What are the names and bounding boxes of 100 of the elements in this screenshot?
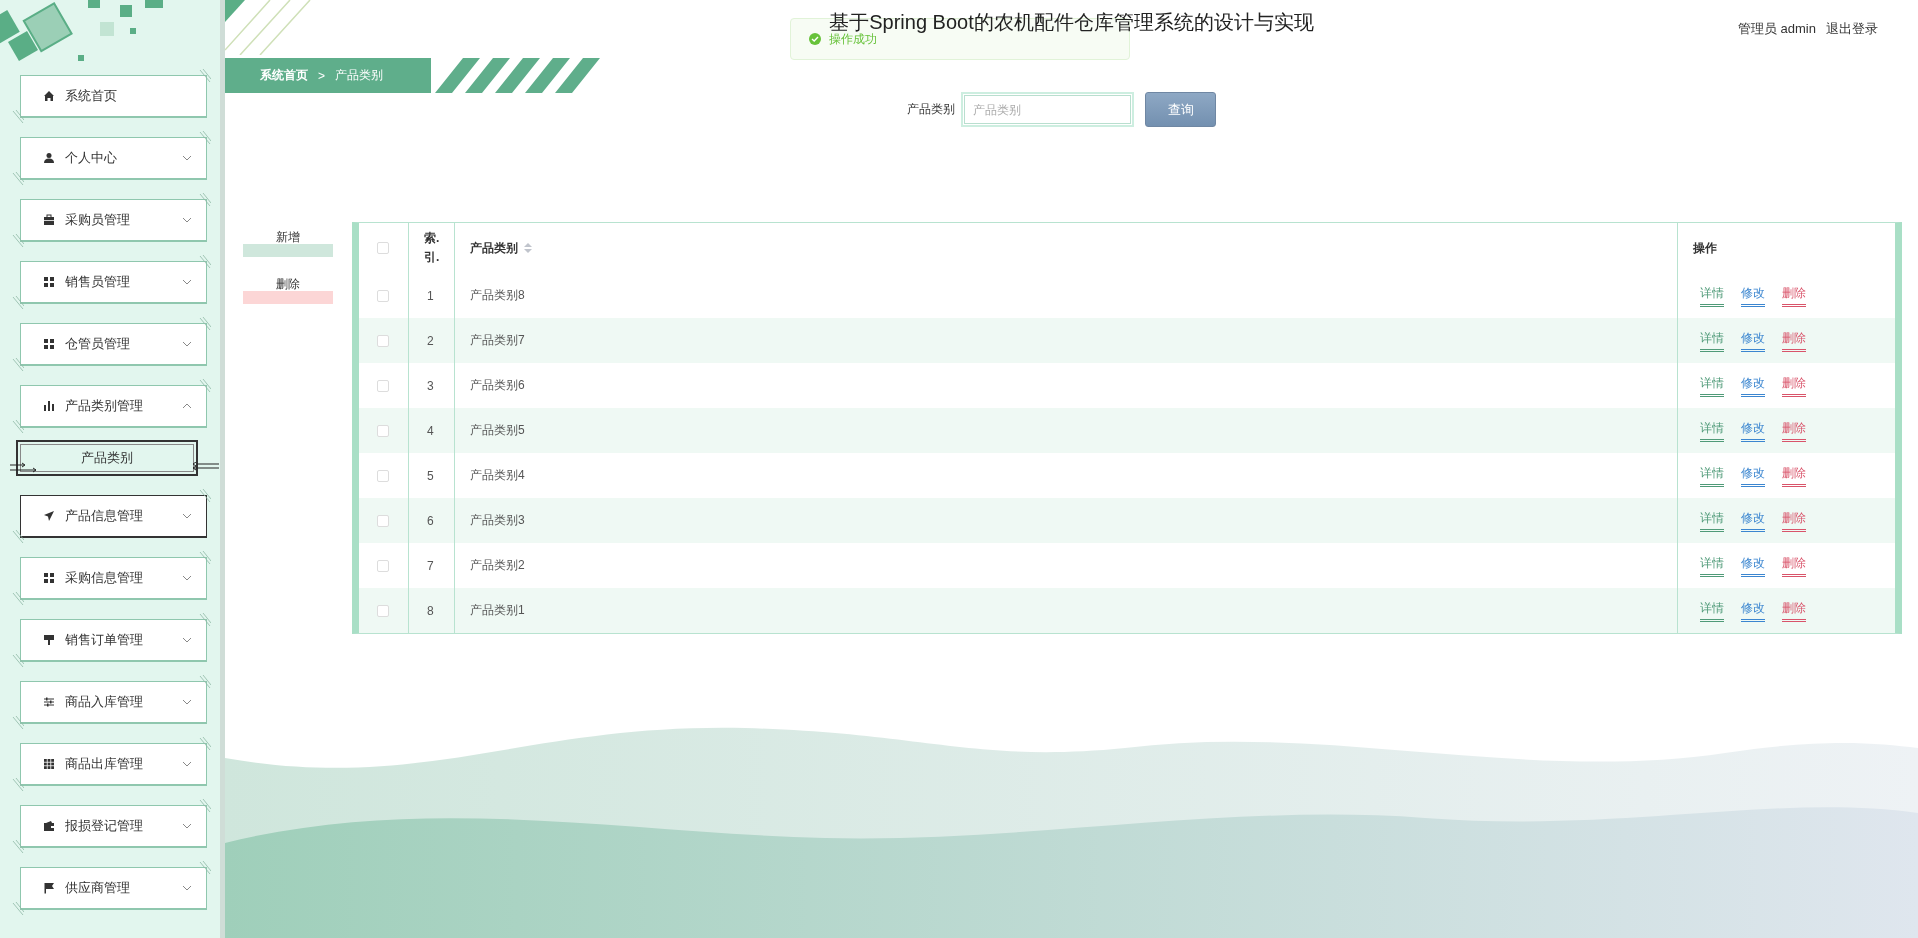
hatch-icon: [199, 799, 211, 813]
detail-link[interactable]: 详情: [1700, 329, 1724, 352]
table-cell: 8: [409, 588, 455, 633]
table-cell-text: 产品类别3: [469, 512, 526, 529]
chevron-down-icon: [182, 279, 192, 285]
chevron-down-icon: [182, 341, 192, 347]
chevron-down-icon: [182, 823, 192, 829]
detail-link[interactable]: 详情: [1700, 419, 1724, 442]
hatch-icon: [12, 110, 24, 124]
grid-icon: [43, 338, 55, 350]
grid-icon: [43, 572, 55, 584]
menu-item[interactable]: 商品入库管理: [20, 681, 207, 724]
row-checkbox[interactable]: [377, 514, 389, 527]
add-button[interactable]: 新增: [243, 228, 333, 257]
edit-link[interactable]: 修改: [1741, 419, 1765, 442]
menu-item[interactable]: 供应商管理: [20, 867, 207, 910]
row-checkbox[interactable]: [377, 424, 389, 437]
delete-link[interactable]: 删除: [1782, 329, 1806, 352]
hatch-icon: [199, 69, 211, 83]
row-checkbox[interactable]: [377, 604, 389, 617]
detail-link[interactable]: 详情: [1700, 374, 1724, 397]
table-cell-text: 产品类别4: [469, 467, 526, 484]
breadcrumb-item: 产品类别: [335, 67, 383, 84]
breadcrumb-item[interactable]: 系统首页: [260, 67, 308, 84]
edit-link[interactable]: 修改: [1741, 599, 1765, 622]
table-cell-text: 产品类别6: [469, 377, 526, 394]
menu-item[interactable]: 销售订单管理: [20, 619, 207, 662]
hatch-icon: [199, 675, 211, 689]
hatch-icon: [199, 317, 211, 331]
paint-roller-icon: [43, 634, 55, 646]
row-checkbox[interactable]: [377, 379, 389, 392]
detail-link[interactable]: 详情: [1700, 554, 1724, 577]
edit-link[interactable]: 修改: [1741, 554, 1765, 577]
hatch-icon: [12, 840, 24, 854]
chevron-down-icon: [182, 155, 192, 161]
grid-icon: [43, 758, 55, 770]
home-icon: [43, 90, 55, 102]
delete-link[interactable]: 删除: [1782, 464, 1806, 487]
hatch-icon: [12, 902, 24, 916]
menu-item[interactable]: 销售员管理: [20, 261, 207, 304]
menu-item[interactable]: 报损登记管理: [20, 805, 207, 848]
hatch-icon: [199, 551, 211, 565]
select-all-checkbox[interactable]: [377, 242, 389, 254]
menu-item[interactable]: 商品出库管理: [20, 743, 207, 786]
delete-button[interactable]: 删除: [243, 275, 333, 304]
delete-link[interactable]: 删除: [1782, 419, 1806, 442]
hatch-icon: [199, 489, 211, 503]
chevron-up-icon: [182, 403, 192, 409]
search-label: 产品类别: [907, 101, 955, 118]
search-field[interactable]: 产品类别: [961, 92, 1134, 127]
chevron-down-icon: [182, 699, 192, 705]
toast-message: 操作成功: [829, 31, 877, 48]
hatch-icon: [199, 255, 211, 269]
column-header: 产品类别: [470, 239, 518, 257]
flag-icon: [43, 882, 55, 894]
row-checkbox[interactable]: [377, 559, 389, 572]
submenu-item[interactable]: 产品类别: [16, 440, 198, 476]
hatch-icon: [199, 737, 211, 751]
edit-link[interactable]: 修改: [1741, 329, 1765, 352]
edit-link[interactable]: 修改: [1741, 284, 1765, 307]
sort-icon[interactable]: [524, 243, 532, 253]
edit-link[interactable]: 修改: [1741, 374, 1765, 397]
table-cell-text: 产品类别2: [469, 557, 526, 574]
menu-item[interactable]: 仓管员管理: [20, 323, 207, 366]
hatch-icon: [199, 131, 211, 145]
hatch-icon: [199, 613, 211, 627]
delete-link[interactable]: 删除: [1782, 554, 1806, 577]
menu-item[interactable]: 产品类别管理: [20, 385, 207, 428]
user-icon: [43, 152, 55, 164]
chevron-down-icon: [182, 575, 192, 581]
hatch-icon: [199, 193, 211, 207]
row-checkbox[interactable]: [377, 334, 389, 347]
hatch-icon: [12, 716, 24, 730]
briefcase-icon: [43, 214, 55, 226]
edit-link[interactable]: 修改: [1741, 464, 1765, 487]
menu-item[interactable]: 产品信息管理: [20, 495, 207, 538]
menu-item[interactable]: 个人中心: [20, 137, 207, 180]
row-checkbox[interactable]: [377, 469, 389, 482]
hatch-icon: [12, 420, 24, 434]
chevron-down-icon: [182, 885, 192, 891]
edit-link[interactable]: 修改: [1741, 509, 1765, 532]
logout-link[interactable]: 退出登录: [1826, 20, 1878, 38]
delete-link[interactable]: 删除: [1782, 284, 1806, 307]
menu-item[interactable]: 采购信息管理: [20, 557, 207, 600]
row-checkbox[interactable]: [377, 289, 389, 302]
search-button[interactable]: 查询: [1145, 92, 1216, 127]
arrow-icon: [10, 462, 36, 474]
delete-link[interactable]: 删除: [1782, 374, 1806, 397]
bar-chart-icon: [43, 400, 55, 412]
detail-link[interactable]: 详情: [1700, 464, 1724, 487]
detail-link[interactable]: 详情: [1700, 599, 1724, 622]
detail-link[interactable]: 详情: [1700, 284, 1724, 307]
column-header: 索.引.: [424, 229, 441, 266]
delete-link[interactable]: 删除: [1782, 509, 1806, 532]
detail-link[interactable]: 详情: [1700, 509, 1724, 532]
hatch-icon: [12, 592, 24, 606]
menu-item[interactable]: 采购员管理: [20, 199, 207, 242]
delete-link[interactable]: 删除: [1782, 599, 1806, 622]
table-cell-text: 产品类别5: [469, 422, 526, 439]
menu-item[interactable]: 系统首页: [20, 75, 207, 118]
